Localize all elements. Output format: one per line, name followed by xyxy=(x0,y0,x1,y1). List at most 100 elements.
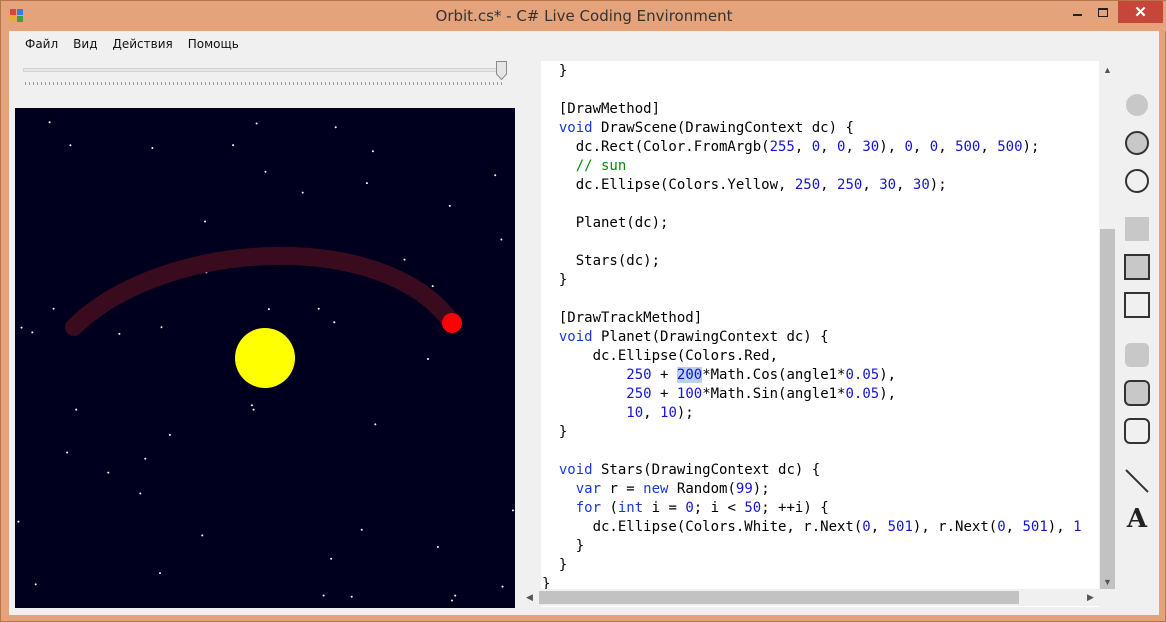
code-token: } xyxy=(542,557,568,573)
code-line[interactable]: Planet(dc); xyxy=(542,214,669,233)
code-line[interactable]: dc.Ellipse(Colors.White, r.Next(0, 501),… xyxy=(542,518,1082,537)
code-line[interactable]: var r = new Random(99); xyxy=(542,480,770,499)
star xyxy=(322,594,325,597)
scroll-down-icon[interactable]: ▼ xyxy=(1099,573,1116,590)
code-token: } xyxy=(542,272,568,288)
minimize-button[interactable] xyxy=(1064,1,1090,23)
scroll-up-icon[interactable]: ▲ xyxy=(1099,61,1116,78)
code-token: Stars(dc); xyxy=(542,253,661,269)
horizontal-scroll-thumb[interactable] xyxy=(539,591,1019,604)
maximize-button[interactable] xyxy=(1090,1,1116,23)
star xyxy=(501,585,504,588)
star xyxy=(160,326,163,329)
menu-file[interactable]: Файл xyxy=(18,37,65,51)
slider-thumb[interactable] xyxy=(496,61,507,80)
code-line[interactable]: void Stars(DrawingContext dc) { xyxy=(542,461,820,480)
code-token: 30 xyxy=(862,139,880,155)
code-line[interactable]: [DrawMethod] xyxy=(542,100,660,119)
code-token: var xyxy=(575,481,602,497)
code-line[interactable]: 250 + 200*Math.Cos(angle1*0.05), xyxy=(542,366,896,385)
code-token: 500 xyxy=(955,139,981,155)
code-line[interactable]: Stars(dc); xyxy=(542,252,660,271)
menu-actions[interactable]: Действия xyxy=(105,37,179,51)
code-line[interactable]: // sun xyxy=(542,157,627,176)
menu-view[interactable]: Вид xyxy=(66,37,104,51)
code-line[interactable]: for (int i = 0; i < 50; ++i) { xyxy=(542,499,829,518)
filled-outlined-circle-tool[interactable] xyxy=(1123,129,1151,157)
title-bar[interactable]: Orbit.cs* - C# Live Coding Environment ✕ xyxy=(1,1,1166,31)
horizontal-scrollbar[interactable]: ◀ ▶ xyxy=(521,589,1099,606)
code-token: , xyxy=(1005,519,1023,535)
planet xyxy=(442,313,462,333)
code-line[interactable]: } xyxy=(542,556,567,575)
code-token: , xyxy=(870,519,888,535)
menu-help[interactable]: Помощь xyxy=(181,37,246,51)
code-token: 10 xyxy=(626,405,644,421)
maximize-icon xyxy=(1098,7,1108,17)
code-token: ; ++i) { xyxy=(761,500,829,516)
filled-circle-tool[interactable] xyxy=(1123,91,1151,119)
scroll-right-icon[interactable]: ▶ xyxy=(1082,589,1099,606)
code-editor[interactable]: } [DrawMethod] void DrawScene(DrawingCon… xyxy=(521,61,1099,607)
line-tool-icon xyxy=(1125,469,1149,493)
code-token: 200 xyxy=(676,367,703,383)
outlined-rect-tool[interactable] xyxy=(1123,291,1151,319)
code-token: ); xyxy=(929,177,947,193)
tool-palette: A xyxy=(1119,61,1153,534)
code-line[interactable]: void DrawScene(DrawingContext dc) { xyxy=(542,119,854,138)
code-token: Random( xyxy=(668,481,736,497)
code-token: 0 xyxy=(929,139,939,155)
outlined-rounded-rect-tool[interactable] xyxy=(1123,417,1151,445)
code-token: + xyxy=(651,386,677,402)
slider-track[interactable] xyxy=(23,68,507,72)
code-line[interactable]: } xyxy=(542,537,584,556)
scroll-left-icon[interactable]: ◀ xyxy=(521,589,538,606)
code-token: dc.Ellipse(Colors.Red, xyxy=(542,348,779,364)
code-line[interactable]: 10, 10); xyxy=(542,404,693,423)
star xyxy=(144,457,147,460)
star xyxy=(317,307,320,310)
star xyxy=(301,191,304,194)
time-slider[interactable] xyxy=(23,61,509,87)
code-line[interactable]: void Planet(DrawingContext dc) { xyxy=(542,328,829,347)
star xyxy=(512,509,514,512)
filled-outlined-rect-tool-icon xyxy=(1124,254,1150,280)
outlined-circle-tool-icon xyxy=(1125,169,1149,193)
code-token: *Math.Sin(angle1* xyxy=(702,386,846,402)
code-line[interactable]: 250 + 100*Math.Sin(angle1*0.05), xyxy=(542,385,896,404)
filled-outlined-rect-tool[interactable] xyxy=(1123,253,1151,281)
app-window: Orbit.cs* - C# Live Coding Environment ✕… xyxy=(0,0,1166,622)
star xyxy=(431,285,434,288)
code-line[interactable]: dc.Ellipse(Colors.Yellow, 250, 250, 30, … xyxy=(542,176,947,195)
outlined-circle-tool[interactable] xyxy=(1123,167,1151,195)
code-token: r = xyxy=(601,481,644,497)
code-token: 0 xyxy=(862,519,871,535)
filled-rect-tool[interactable] xyxy=(1123,215,1151,243)
code-token: 0 xyxy=(685,500,694,516)
code-token: 50 xyxy=(744,500,762,516)
code-token: 250 xyxy=(837,177,863,193)
code-line[interactable]: [DrawTrackMethod] xyxy=(542,309,702,328)
code-token: 1 xyxy=(1073,519,1082,535)
star xyxy=(454,594,457,597)
code-line[interactable]: dc.Rect(Color.FromArgb(255, 0, 0, 30), 0… xyxy=(542,138,1040,157)
scene-canvas[interactable] xyxy=(15,108,515,608)
filled-rounded-rect-tool[interactable] xyxy=(1123,341,1151,369)
code-line[interactable]: } xyxy=(542,271,567,290)
code-area[interactable]: } [DrawMethod] void DrawScene(DrawingCon… xyxy=(542,61,1098,607)
code-line[interactable]: } xyxy=(542,62,567,81)
line-tool[interactable] xyxy=(1123,467,1151,495)
code-token: 30 xyxy=(879,177,897,193)
code-line[interactable]: } xyxy=(542,423,567,442)
code-token: 0 xyxy=(811,139,821,155)
code-line[interactable]: dc.Ellipse(Colors.Red, xyxy=(542,347,778,366)
filled-outlined-rounded-rect-tool[interactable] xyxy=(1123,379,1151,407)
text-tool[interactable]: A xyxy=(1123,504,1151,534)
vertical-scrollbar[interactable]: ▲ ▼ xyxy=(1099,61,1116,607)
vertical-scroll-thumb[interactable] xyxy=(1100,229,1115,589)
close-button[interactable]: ✕ xyxy=(1118,1,1163,23)
code-token: 250 xyxy=(626,386,652,402)
